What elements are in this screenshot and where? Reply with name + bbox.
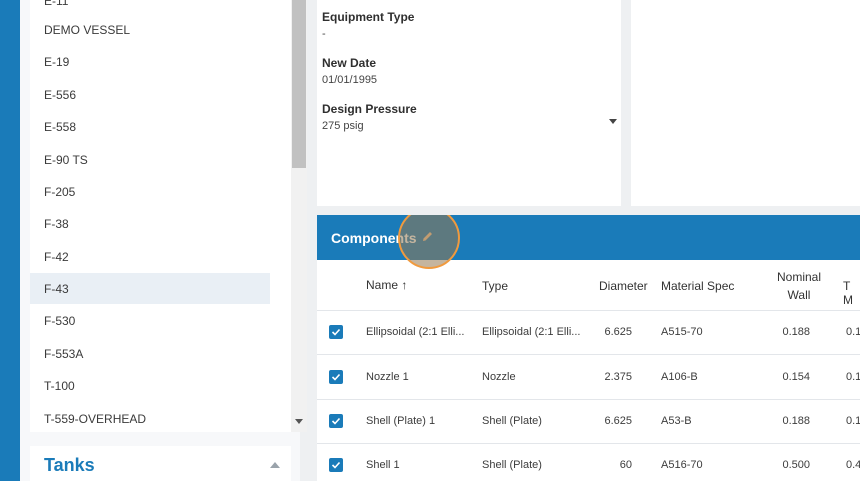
field-value-equipment-type: - <box>322 28 326 40</box>
cell-diameter: 60 <box>619 459 632 471</box>
field-value-new-date: 01/01/1995 <box>322 74 378 86</box>
row-checkbox[interactable] <box>329 414 343 428</box>
scroll-down-arrow-icon[interactable] <box>295 419 303 424</box>
cell-t-min: 0.1 <box>846 371 860 383</box>
cell-t-min: 0.1 <box>846 415 860 427</box>
cell-diameter: 6.625 <box>604 326 632 338</box>
asset-item-label: F-38 <box>44 217 69 231</box>
asset-item-label: T-100 <box>44 379 75 393</box>
cell-t-min: 0.4 <box>846 459 860 471</box>
asset-item-f553a[interactable]: F-553A <box>30 338 270 369</box>
asset-item-t559-overhead[interactable]: T-559-OVERHEAD <box>30 403 270 432</box>
row-divider <box>317 354 860 355</box>
tanks-section-header[interactable]: Tanks <box>30 446 291 481</box>
row-divider <box>317 399 860 400</box>
scrollbar-thumb[interactable] <box>292 0 306 168</box>
asset-item-label: E-11 <box>44 0 69 8</box>
asset-item-label: F-205 <box>44 185 76 199</box>
asset-item-label: F-42 <box>44 250 69 264</box>
cell-nominal-wall: 0.154 <box>782 371 810 383</box>
cell-nominal-wall: 0.188 <box>782 415 810 427</box>
column-header-diameter[interactable]: Diameter <box>599 279 648 293</box>
asset-item-f43[interactable]: F-43 <box>30 273 270 304</box>
column-header-type[interactable]: Type <box>482 279 508 293</box>
check-icon <box>331 461 341 469</box>
row-divider <box>317 310 860 311</box>
check-icon <box>331 328 341 336</box>
asset-item-f42[interactable]: F-42 <box>30 241 270 272</box>
cell-diameter: 2.375 <box>604 371 632 383</box>
asset-item-label: F-43 <box>44 282 69 296</box>
cell-material: A53-B <box>661 415 692 427</box>
field-value-design-pressure: 275 psig <box>322 120 364 132</box>
cell-nominal-wall: 0.188 <box>782 326 810 338</box>
asset-item-e19[interactable]: E-19 <box>30 46 270 77</box>
column-header-nominal-wall-line2[interactable]: Wall <box>769 288 829 302</box>
cell-type: Nozzle <box>482 371 516 383</box>
asset-details-panel: Equipment Type - New Date 01/01/1995 Des… <box>317 0 621 206</box>
check-icon <box>331 417 341 425</box>
row-checkbox[interactable] <box>329 325 343 339</box>
asset-item-e558[interactable]: E-558 <box>30 111 270 142</box>
row-checkbox[interactable] <box>329 458 343 472</box>
cell-type: Ellipsoidal (2:1 Elli... <box>482 326 581 338</box>
column-header-material-spec[interactable]: Material Spec <box>661 279 734 293</box>
cell-diameter: 6.625 <box>604 415 632 427</box>
asset-item-label: F-530 <box>44 314 76 328</box>
column-header-name[interactable]: Name ↑ <box>366 278 407 292</box>
cell-material: A516-70 <box>661 459 703 471</box>
asset-item-label: T-559-OVERHEAD <box>44 412 147 426</box>
components-panel: Components Name ↑ Type Diameter Material… <box>317 215 860 481</box>
row-divider <box>317 443 860 444</box>
asset-item-f205[interactable]: F-205 <box>30 176 270 207</box>
right-panel <box>631 0 860 206</box>
cell-nominal-wall: 0.500 <box>782 459 810 471</box>
asset-item-t100[interactable]: T-100 <box>30 370 270 401</box>
column-header-nominal-wall-line1[interactable]: Nominal <box>769 270 829 284</box>
asset-item-e556[interactable]: E-556 <box>30 79 270 110</box>
cell-name: Ellipsoidal (2:1 Elli... <box>366 326 465 338</box>
cell-type: Shell (Plate) <box>482 415 542 427</box>
asset-item-label: E-19 <box>44 55 70 69</box>
details-scroll-down-icon[interactable] <box>609 119 617 124</box>
cell-type: Shell (Plate) <box>482 459 542 471</box>
cell-material: A515-70 <box>661 326 703 338</box>
click-highlight-ring <box>398 215 460 269</box>
chevron-up-icon[interactable] <box>270 462 280 468</box>
cell-name: Shell (Plate) 1 <box>366 415 436 427</box>
asset-item-label: E-558 <box>44 120 77 134</box>
cell-t-min: 0.1 <box>846 326 860 338</box>
asset-item-label: F-553A <box>44 347 84 361</box>
field-label-new-date: New Date <box>322 56 377 70</box>
cell-material: A106-B <box>661 371 698 383</box>
field-label-equipment-type: Equipment Type <box>322 10 415 24</box>
asset-item-f38[interactable]: F-38 <box>30 208 270 239</box>
cell-name: Shell 1 <box>366 459 400 471</box>
column-header-t-min[interactable]: T M <box>843 279 860 307</box>
row-checkbox[interactable] <box>329 370 343 384</box>
asset-item-label: DEMO VESSEL <box>44 23 131 37</box>
sidebar: E-11 DEMO VESSEL E-19 E-556 E-558 E-90 T… <box>20 0 307 481</box>
asset-item-e90ts[interactable]: E-90 TS <box>30 144 270 175</box>
check-icon <box>331 373 341 381</box>
details-scroll-area: Equipment Type - New Date 01/01/1995 Des… <box>317 0 621 132</box>
asset-item-demo-vessel[interactable]: DEMO VESSEL <box>30 14 270 45</box>
app-left-strip <box>0 0 20 481</box>
asset-item-f530[interactable]: F-530 <box>30 305 270 336</box>
asset-list-scrollbar[interactable] <box>291 0 307 432</box>
field-label-design-pressure: Design Pressure <box>322 102 417 116</box>
asset-item-label: E-90 TS <box>44 153 88 167</box>
asset-list: E-11 DEMO VESSEL E-19 E-556 E-558 E-90 T… <box>30 0 291 432</box>
cell-name: Nozzle 1 <box>366 371 409 383</box>
asset-item-label: E-556 <box>44 88 77 102</box>
tanks-section-title: Tanks <box>44 455 95 475</box>
